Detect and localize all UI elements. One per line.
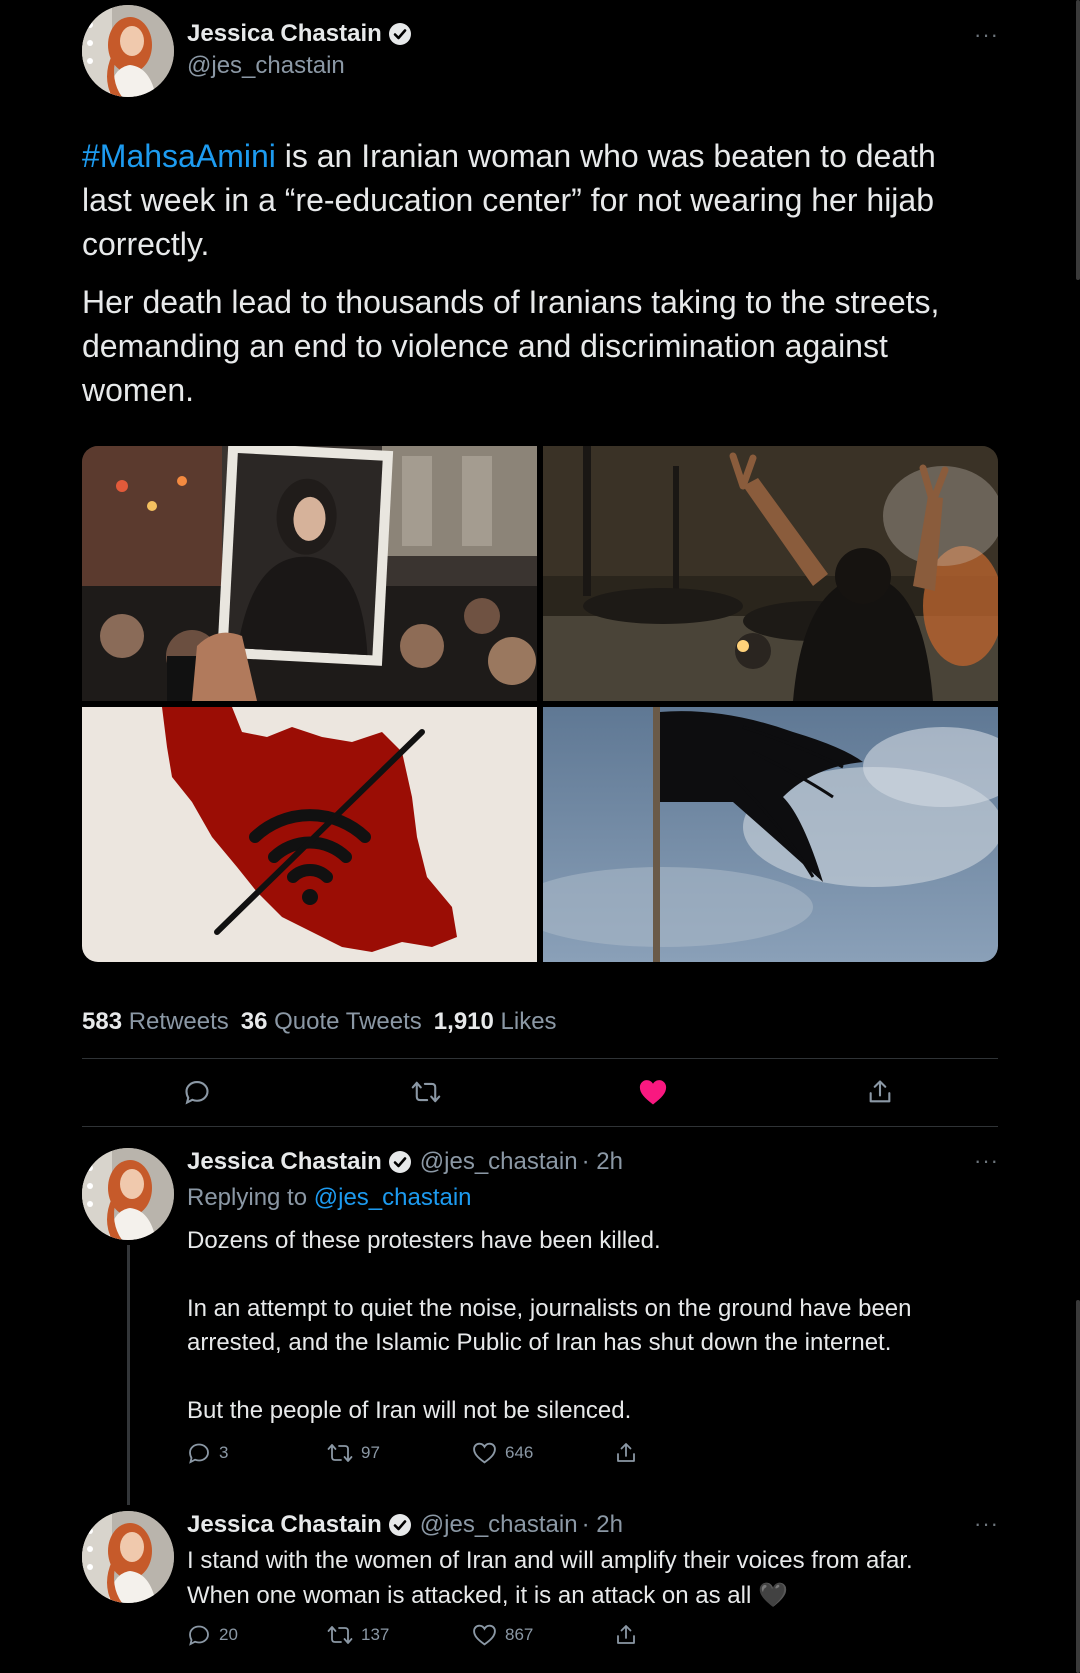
likes-count: 1,910	[433, 1008, 494, 1035]
avatar-photo	[82, 5, 174, 97]
reply1-para2-line2: arrested, and the Islamic Public of Iran…	[187, 1329, 892, 1356]
more-options-icon[interactable]: ···	[974, 1148, 999, 1174]
author-handle[interactable]: @jes_chastain	[420, 1511, 578, 1539]
divider	[82, 1058, 998, 1059]
reply1-para1: Dozens of these protesters have been kil…	[187, 1227, 661, 1254]
likes-stat[interactable]: 1,910 Likes	[434, 1008, 557, 1036]
retweets-stat[interactable]: 583 Retweets	[82, 1008, 229, 1036]
reply1-avatar[interactable]	[82, 1148, 174, 1240]
divider	[82, 1126, 998, 1127]
retweet-button[interactable]	[411, 1078, 441, 1111]
share-button[interactable]	[614, 1623, 638, 1647]
heart-icon	[473, 1442, 496, 1464]
media-image-black-flag[interactable]	[543, 707, 998, 962]
more-options-icon[interactable]: ···	[974, 1511, 999, 1537]
quotes-stat[interactable]: 36 Quote Tweets	[241, 1008, 422, 1036]
more-options-icon[interactable]: ···	[974, 22, 999, 48]
liked-heart-icon	[639, 1080, 667, 1105]
share-button[interactable]	[866, 1078, 894, 1111]
hashtag-link[interactable]: #MahsaAmini	[82, 138, 276, 174]
retweet-icon	[411, 1081, 441, 1103]
retweet-count: 97	[361, 1443, 380, 1462]
scrollbar-bottom[interactable]	[1076, 1300, 1080, 1673]
reply1-header: Jessica Chastain @jes_chastain · 2h	[187, 1146, 623, 1178]
para2-line3: women.	[82, 372, 195, 408]
media-image-iran-internet-shutdown[interactable]	[82, 707, 537, 962]
thread-connector	[127, 1245, 130, 1505]
retweets-label: Retweets	[128, 1008, 229, 1035]
timestamp[interactable]: · 2h	[582, 1148, 623, 1176]
reply2-text: I stand with the women of Iran and will …	[187, 1544, 1047, 1613]
tweet-text-line2: last week in a “re-education center” for…	[82, 182, 934, 218]
heart-icon	[473, 1624, 496, 1646]
verified-badge-icon	[388, 1151, 411, 1173]
author-name[interactable]: Jessica Chastain	[187, 1148, 382, 1176]
like-count: 867	[505, 1625, 534, 1644]
reply-count: 3	[219, 1443, 229, 1462]
retweet-count: 137	[361, 1625, 390, 1644]
share-icon	[869, 1080, 891, 1103]
tweet-text-line1: is an Iranian woman who was beaten to de…	[275, 138, 936, 174]
avatar[interactable]	[82, 5, 174, 97]
retweets-count: 583	[82, 1008, 123, 1035]
reply-icon	[189, 1625, 209, 1646]
reply1-text: Dozens of these protesters have been kil…	[187, 1224, 1047, 1428]
media-image-night-protest[interactable]	[543, 446, 998, 701]
reply2-line2: When one woman is attacked, it is an att…	[187, 1582, 752, 1609]
reply1-para3: But the people of Iran will not be silen…	[187, 1397, 632, 1424]
reply-button[interactable]: 20	[187, 1623, 238, 1647]
author-handle[interactable]: @jes_chastain	[420, 1148, 578, 1176]
black-heart-emoji: 🖤	[757, 1581, 788, 1609]
retweet-button[interactable]: 137	[327, 1623, 389, 1647]
verified-badge-icon	[388, 1514, 411, 1536]
like-button[interactable]: 646	[472, 1441, 533, 1465]
replying-to: Replying to @jes_chastain	[187, 1184, 472, 1212]
quotes-count: 36	[240, 1008, 268, 1035]
reply-button[interactable]	[183, 1078, 211, 1111]
author-handle[interactable]: @jes_chastain	[187, 52, 345, 80]
reply-button[interactable]: 3	[187, 1441, 228, 1465]
reply2-header: Jessica Chastain @jes_chastain · 2h	[187, 1509, 623, 1541]
like-button[interactable]: 867	[472, 1623, 533, 1647]
retweet-button[interactable]: 97	[327, 1441, 380, 1465]
media-grid	[82, 446, 998, 962]
timestamp[interactable]: · 2h	[582, 1511, 623, 1539]
share-icon	[617, 1625, 635, 1644]
tweet-paragraph-2: Her death lead to thousands of Iranians …	[82, 280, 1042, 412]
retweet-icon	[327, 1444, 353, 1462]
like-button[interactable]	[638, 1078, 668, 1111]
reply-icon	[189, 1443, 209, 1464]
quotes-label: Quote Tweets	[274, 1008, 422, 1035]
avatar-photo	[82, 1511, 174, 1603]
para2-line2: demanding an end to violence and discrim…	[82, 328, 888, 364]
avatar-photo	[82, 1148, 174, 1240]
reply-icon	[185, 1081, 209, 1105]
author-name[interactable]: Jessica Chastain	[187, 20, 382, 48]
replying-to-handle[interactable]: @jes_chastain	[314, 1184, 472, 1211]
media-image-protest-portrait[interactable]	[82, 446, 537, 701]
para2-line1: Her death lead to thousands of Iranians …	[82, 284, 940, 320]
verified-badge-icon	[388, 23, 411, 45]
author-name[interactable]: Jessica Chastain	[187, 1511, 382, 1539]
reply-count: 20	[219, 1625, 238, 1644]
retweet-icon	[327, 1626, 353, 1644]
likes-label: Likes	[500, 1008, 557, 1035]
replying-to-label: Replying to	[187, 1184, 308, 1211]
like-count: 646	[505, 1443, 534, 1462]
share-button[interactable]	[614, 1441, 638, 1465]
reply1-para2-line1: In an attempt to quiet the noise, journa…	[187, 1295, 912, 1322]
tweet-text-line3: correctly.	[82, 226, 210, 262]
share-icon	[617, 1443, 635, 1462]
tweet-text: #MahsaAmini is an Iranian woman who was …	[82, 134, 1042, 266]
reply2-avatar[interactable]	[82, 1511, 174, 1603]
scrollbar-top[interactable]	[1076, 0, 1080, 280]
tweet-stats: 583 Retweets 36 Quote Tweets 1,910 Likes	[82, 1008, 557, 1036]
reply2-line1: I stand with the women of Iran and will …	[187, 1547, 913, 1574]
